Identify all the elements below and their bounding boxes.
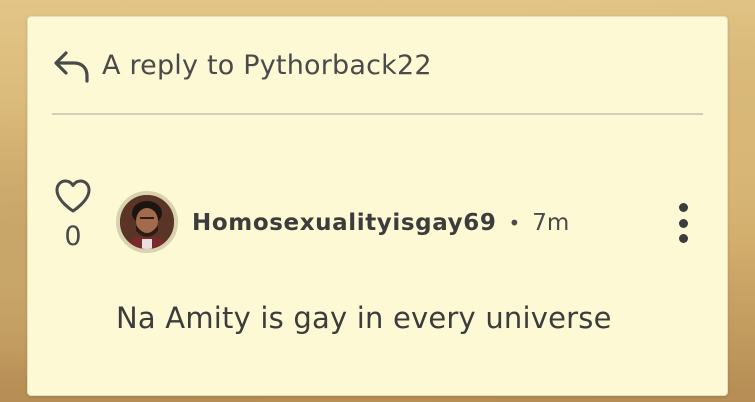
reply-arrow-icon [54,51,89,83]
comment-meta: Homosexualityisgay69 • 7m [192,205,569,241]
reply-context-link[interactable]: A reply to Pythorback22 [52,43,432,87]
meta-separator: • [508,211,521,235]
more-options-button[interactable] [668,201,698,245]
comment-text: Na Amity is gay in every universe [116,301,612,335]
comment-card: A reply to Pythorback22 0 Homosexualityi… [27,16,728,396]
timestamp: 7m [532,210,570,236]
divider [52,113,703,115]
like-count: 0 [64,221,82,252]
like-section: 0 [52,177,94,252]
heart-icon[interactable] [53,177,93,215]
more-vertical-icon [678,203,688,212]
author-username[interactable]: Homosexualityisgay69 [192,210,496,236]
reply-context-label: A reply to Pythorback22 [102,49,432,81]
avatar-image [120,195,174,249]
avatar[interactable] [116,191,178,253]
